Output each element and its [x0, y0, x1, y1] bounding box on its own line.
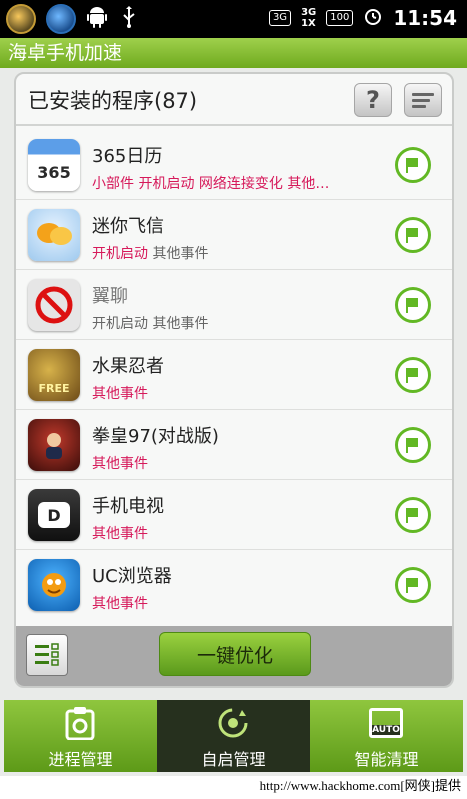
uc-browser-icon	[28, 559, 80, 611]
events-normal: 其他事件	[152, 246, 209, 262]
flag-button[interactable]	[395, 217, 431, 253]
fighter-icon	[28, 419, 80, 471]
app-events: 小部件 开机启动 网络连接变化 其他…	[92, 173, 329, 193]
flag-button[interactable]	[395, 497, 431, 533]
app-name: 365日历	[92, 146, 163, 167]
app-name: UC浏览器	[92, 566, 172, 587]
signal-top: 3G	[301, 7, 317, 18]
flag-button[interactable]	[395, 427, 431, 463]
app-events: 其他事件	[92, 383, 148, 403]
app-list: 365 365日历 小部件 开机启动 网络连接变化 其他… 迷你飞信 开机启动 …	[16, 130, 452, 626]
network-badge: 3G	[268, 10, 292, 26]
app-name: 手机电视	[92, 496, 164, 517]
app-name: 水果忍者	[92, 356, 164, 377]
menu-icon	[412, 90, 434, 111]
blocked-icon	[28, 279, 80, 331]
app-name: 拳皇97(对战版)	[92, 426, 219, 447]
calendar-icon: 365	[28, 139, 80, 191]
events-highlighted: 其他事件	[92, 386, 148, 402]
tab-autostart-management[interactable]: 自启管理	[157, 700, 310, 772]
checklist-icon	[35, 643, 59, 666]
android-icon	[86, 6, 108, 33]
status-bar: 3G 3G 1X 100 11:54	[0, 0, 467, 38]
flag-button[interactable]	[395, 357, 431, 393]
help-icon: ?	[366, 86, 380, 114]
events-highlighted: 其他事件	[92, 596, 148, 612]
help-button[interactable]: ?	[354, 83, 392, 117]
tab-label: 自启管理	[201, 750, 266, 769]
app-events: 开机启动 其他事件	[92, 243, 208, 263]
events-highlighted: 小部件 开机启动 网络连接变化 其他…	[92, 176, 330, 192]
fruit-ninja-icon: FREE	[28, 349, 80, 401]
list-item[interactable]: 翼聊 开机启动 其他事件	[16, 270, 452, 340]
flag-icon	[406, 228, 418, 243]
signal-bottom: 1X	[301, 18, 316, 29]
flag-icon	[406, 298, 418, 313]
flag-button[interactable]	[395, 567, 431, 603]
alarm-icon	[363, 6, 383, 30]
autostart-icon	[215, 706, 251, 740]
tab-process-management[interactable]: 进程管理	[4, 700, 157, 772]
app-name: 迷你飞信	[92, 216, 164, 237]
flag-icon	[406, 438, 418, 453]
speedometer-icon	[6, 4, 36, 34]
sort-menu-button[interactable]	[404, 83, 442, 117]
list-item[interactable]: FREE 水果忍者 其他事件	[16, 340, 452, 410]
app-name: 翼聊	[92, 286, 128, 307]
events-highlighted: 其他事件	[92, 456, 148, 472]
panel-footer: 一键优化	[16, 626, 452, 686]
auto-icon: AUTO	[368, 706, 404, 740]
signal-indicator: 3G 1X	[301, 7, 316, 29]
app-events: 其他事件	[92, 453, 148, 473]
app-title: 海卓手机加速	[8, 42, 123, 64]
bottom-tab-bar: 进程管理 自启管理 AUTO 智能清理	[4, 700, 463, 772]
tab-label: 进程管理	[48, 750, 113, 769]
battery-icon: 100	[326, 10, 354, 26]
clock: 11:54	[393, 6, 457, 30]
list-item[interactable]: UC浏览器 其他事件	[16, 550, 452, 620]
watermark: http://www.hackhome.com[网侠]提供	[0, 776, 467, 799]
calendar-icon-text: 365	[37, 162, 71, 182]
auto-icon-text: AUTO	[372, 725, 400, 735]
events-highlighted: 其他事件	[92, 526, 148, 542]
list-view-toggle[interactable]	[26, 634, 68, 676]
list-item[interactable]: D 手机电视 其他事件	[16, 480, 452, 550]
installed-apps-panel: 已安装的程序(87) ? 365 365日历 小部件 开机启动 网络连接变化 其…	[14, 72, 454, 688]
events-highlighted: 开机启动	[92, 246, 148, 262]
globe-icon	[46, 4, 76, 34]
app-events: 其他事件	[92, 593, 148, 613]
list-item[interactable]: 365 365日历 小部件 开机启动 网络连接变化 其他…	[16, 130, 452, 200]
list-item[interactable]: 拳皇97(对战版) 其他事件	[16, 410, 452, 480]
flag-icon	[406, 508, 418, 523]
panel-header: 已安装的程序(87) ?	[16, 74, 452, 126]
chat-bubbles-icon	[28, 209, 80, 261]
flag-button[interactable]	[395, 287, 431, 323]
app-title-bar: 海卓手机加速	[0, 38, 467, 68]
flag-icon	[406, 578, 418, 593]
list-item[interactable]: 迷你飞信 开机启动 其他事件	[16, 200, 452, 270]
page-title: 已安装的程序(87)	[28, 89, 198, 113]
app-events: 其他事件	[92, 523, 148, 543]
one-click-optimize-button[interactable]: 一键优化	[159, 632, 311, 676]
tv-icon-text: D	[38, 502, 70, 528]
fruit-ninja-icon-text: FREE	[38, 381, 70, 395]
events-normal: 开机启动 其他事件	[92, 316, 209, 332]
app-events: 开机启动 其他事件	[92, 313, 208, 333]
usb-icon	[118, 5, 140, 33]
tv-icon: D	[28, 489, 80, 541]
flag-button[interactable]	[395, 147, 431, 183]
flag-icon	[406, 368, 418, 383]
tab-label: 智能清理	[354, 750, 419, 769]
clipboard-icon	[62, 706, 98, 740]
tab-smart-cleanup[interactable]: AUTO 智能清理	[310, 700, 463, 772]
flag-icon	[406, 158, 418, 173]
